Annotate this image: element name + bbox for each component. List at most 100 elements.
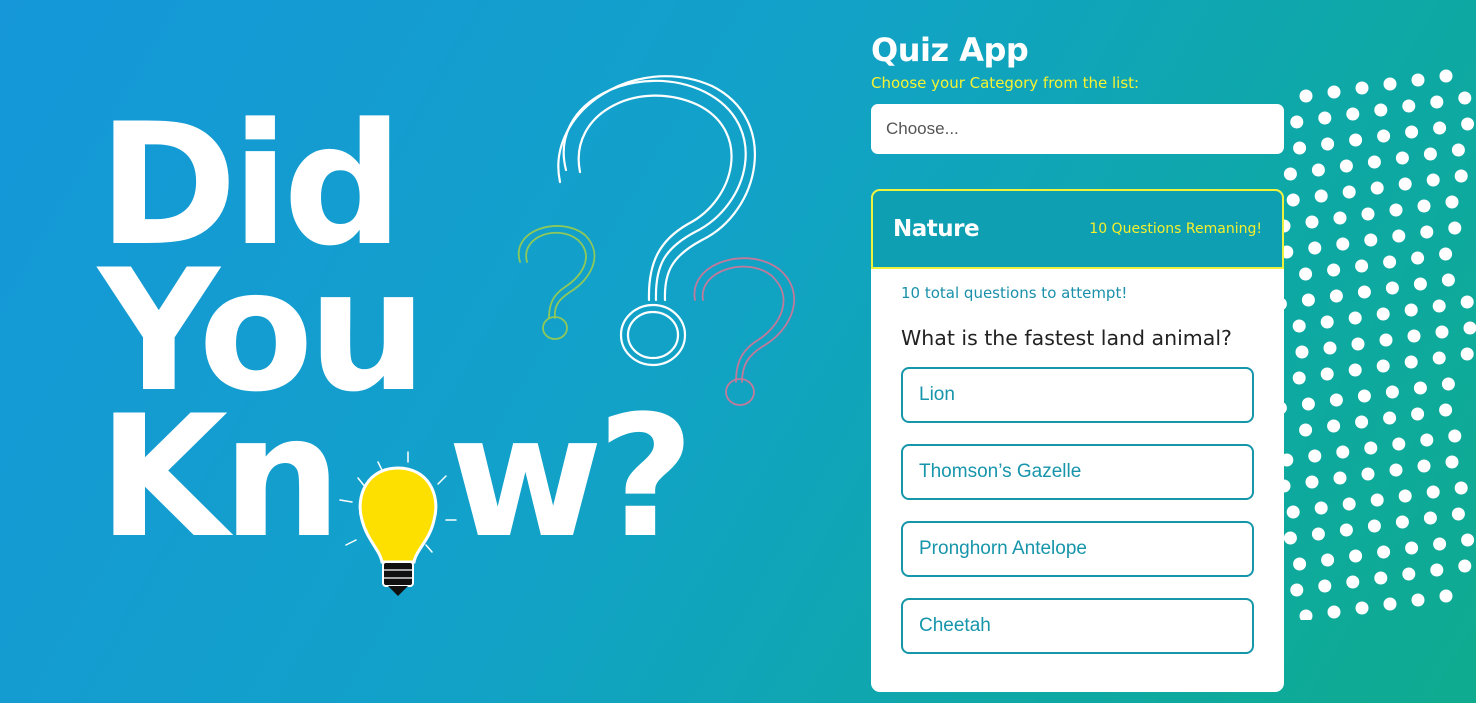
decorative-dot <box>1355 415 1369 429</box>
decorative-dot <box>1355 259 1369 273</box>
decorative-dot <box>1293 557 1307 571</box>
decorative-dot <box>1439 403 1453 417</box>
answer-option[interactable]: Thomson’s Gazelle <box>901 444 1254 500</box>
did-you-know-heading: Did You Kn w? <box>98 101 694 561</box>
decorative-dot <box>1327 85 1341 99</box>
decorative-dot <box>1430 95 1444 109</box>
question-text: What is the fastest land animal? <box>901 326 1232 350</box>
decorative-dot <box>1292 319 1306 333</box>
decorative-dot <box>1376 307 1390 321</box>
quiz-app: Quiz App Choose your Category from the l… <box>871 28 1284 692</box>
decorative-dot <box>1379 333 1393 347</box>
decorative-dot <box>1367 519 1381 533</box>
decorative-dot <box>1432 351 1446 365</box>
decorative-dot <box>1451 507 1465 521</box>
decorative-dot <box>1318 111 1332 125</box>
decorative-dot <box>1398 177 1412 191</box>
decorative-dot <box>1339 523 1353 537</box>
decorative-dot <box>1392 437 1406 451</box>
decorative-dot <box>1327 263 1341 277</box>
hero-banner: Did You Kn w? <box>0 0 860 703</box>
decorative-dot <box>1295 345 1309 359</box>
decorative-dot <box>1314 189 1328 203</box>
decorative-dot <box>1426 173 1440 187</box>
decorative-dot <box>1458 91 1472 105</box>
answer-option[interactable]: Lion <box>901 367 1254 423</box>
decorative-dot <box>1385 385 1399 399</box>
answer-option[interactable]: Pronghorn Antelope <box>901 521 1254 577</box>
decorative-dot <box>1423 511 1437 525</box>
decorative-dot <box>1346 575 1360 589</box>
decorative-dot <box>1417 459 1431 473</box>
decorative-dot <box>1321 137 1335 151</box>
decorative-dot <box>1370 493 1384 507</box>
decorative-dot <box>1348 363 1362 377</box>
decorative-dot <box>1327 605 1341 619</box>
decorative-dot <box>1426 485 1440 499</box>
decorative-dot <box>1320 315 1334 329</box>
decorative-dot <box>1318 579 1332 593</box>
decorative-dot <box>1367 155 1381 169</box>
decorative-dot <box>1383 411 1397 425</box>
category-select[interactable]: Choose... <box>871 104 1284 154</box>
decorative-dot <box>1383 255 1397 269</box>
decorative-dot <box>1454 169 1468 183</box>
category-prompt: Choose your Category from the list: <box>871 74 1140 92</box>
decorative-dot <box>1413 277 1427 291</box>
decorative-dot <box>1311 527 1325 541</box>
decorative-dot <box>1305 475 1319 489</box>
decorative-dot <box>1433 537 1447 551</box>
decorative-dot <box>1342 497 1356 511</box>
decorative-dot <box>1413 381 1427 395</box>
card-body: 10 total questions to attempt! What is t… <box>871 269 1284 654</box>
decorative-dot <box>1308 241 1322 255</box>
decorative-dot <box>1301 397 1315 411</box>
decorative-dot <box>1439 589 1453 603</box>
category-select-placeholder: Choose... <box>886 119 959 138</box>
decorative-dot <box>1329 289 1343 303</box>
category-name: Nature <box>893 216 980 242</box>
decorative-dot <box>1420 225 1434 239</box>
decorative-dot <box>1355 601 1369 615</box>
decorative-dot <box>1305 215 1319 229</box>
decorative-dot <box>1404 355 1418 369</box>
decorative-dot <box>1411 251 1425 265</box>
question-mark-pink-icon <box>693 257 796 406</box>
decorative-dot <box>1385 281 1399 295</box>
answer-option[interactable]: Cheetah <box>901 598 1254 654</box>
decorative-dot <box>1370 181 1384 195</box>
decorative-dot <box>1333 471 1347 485</box>
decorative-dot <box>1405 541 1419 555</box>
decorative-dot <box>1441 377 1455 391</box>
decorative-dot <box>1299 267 1313 281</box>
decorative-dot <box>1339 159 1353 173</box>
decorative-dot <box>1439 247 1453 261</box>
decorative-dot <box>1320 367 1334 381</box>
decorative-dot <box>1299 609 1313 620</box>
hero-line-3: Kn w? <box>98 393 694 561</box>
decorative-dot <box>1357 285 1371 299</box>
decorative-dot <box>1299 423 1313 437</box>
decorative-dot <box>1448 429 1462 443</box>
decorative-dot <box>1463 321 1476 335</box>
decorative-dot <box>1389 203 1403 217</box>
decorative-dot <box>1432 299 1446 313</box>
decorative-dot <box>1321 553 1335 567</box>
decorative-dot <box>1435 325 1449 339</box>
decorative-dot <box>1348 311 1362 325</box>
decorative-dot <box>1351 337 1365 351</box>
decorative-dot <box>1392 229 1406 243</box>
decorative-dot <box>1451 143 1465 157</box>
decorative-dot <box>1376 359 1390 373</box>
app-title: Quiz App <box>871 31 1029 69</box>
decorative-dot <box>1433 121 1447 135</box>
decorative-dot <box>1377 129 1391 143</box>
decorative-dot <box>1460 295 1474 309</box>
decorative-dot <box>1383 77 1397 91</box>
decorative-dot <box>1349 549 1363 563</box>
decorative-dot <box>1398 489 1412 503</box>
decorative-dot <box>1333 211 1347 225</box>
decorative-dot <box>1430 563 1444 577</box>
decorative-dot <box>1299 89 1313 103</box>
decorative-dot <box>1329 393 1343 407</box>
